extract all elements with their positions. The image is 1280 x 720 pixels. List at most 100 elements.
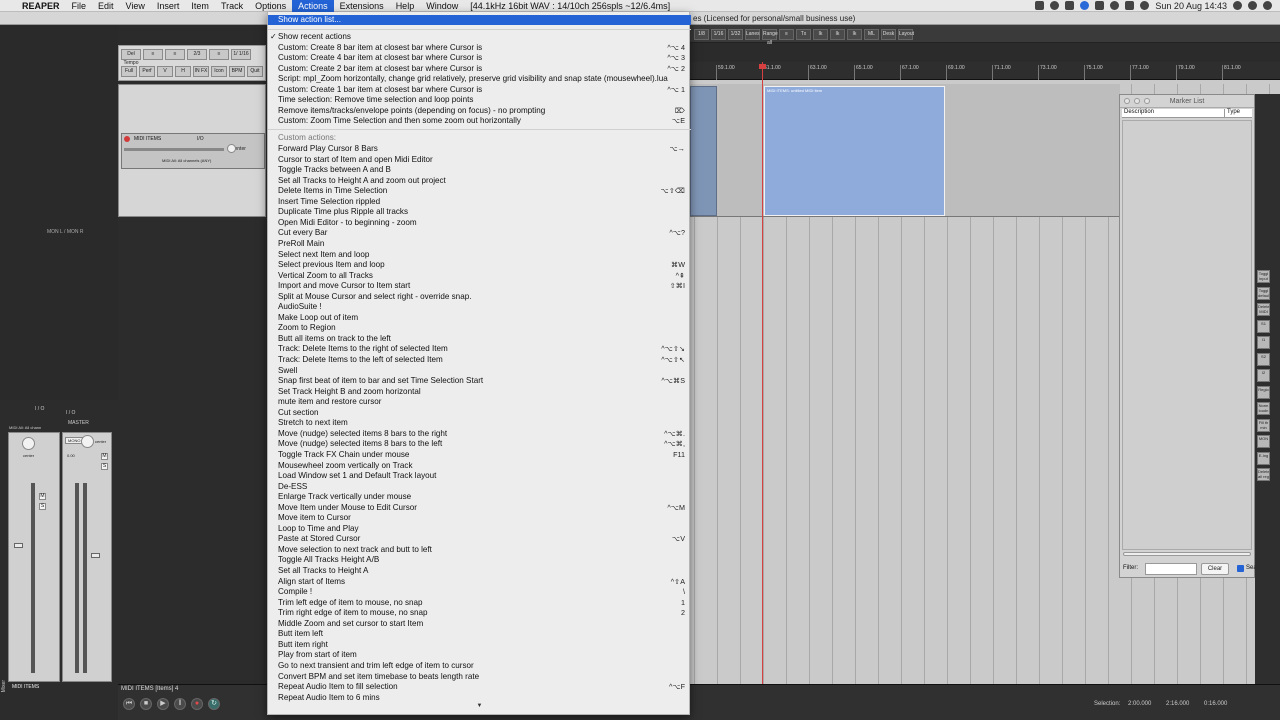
- toolbar-button[interactable]: 2/3: [187, 49, 207, 60]
- media-item[interactable]: [690, 86, 717, 216]
- solo-button[interactable]: S: [39, 503, 46, 510]
- siri-icon[interactable]: [1248, 1, 1257, 10]
- side-toolbar-button[interactable]: Regio: [1257, 385, 1270, 399]
- menu-view[interactable]: View: [120, 0, 151, 12]
- timeline-ruler[interactable]: 59.1.00 61.1.00 63.1.00 65.1.00 67.1.00 69.1.…: [690, 62, 1280, 80]
- toolbar-button[interactable]: Lanes: [745, 29, 760, 40]
- toolbar-button[interactable]: Icon: [211, 66, 227, 77]
- master-volume-fader[interactable]: [91, 553, 100, 558]
- side-toolbar-button[interactable]: MON: [1257, 435, 1270, 448]
- selection-start[interactable]: 2:00.000: [1128, 701, 1151, 707]
- menu-item-custom-action[interactable]: PreRoll Main: [268, 239, 691, 249]
- master-io-label[interactable]: I / O: [35, 406, 44, 412]
- menu-item-custom-action[interactable]: Loop to Time and Play: [268, 524, 691, 534]
- track-fx-label[interactable]: MIDI All: All channels (ANY): [162, 158, 211, 163]
- menu-item-custom-action[interactable]: Import and move Cursor to Item start ⇧⌘I: [268, 281, 691, 291]
- pan-knob[interactable]: [227, 144, 236, 153]
- rewind-icon[interactable]: ⏮: [123, 698, 135, 710]
- toolbar-button[interactable]: ≡: [143, 49, 163, 60]
- toolbar-button[interactable]: Perf: [139, 66, 155, 77]
- menu-item[interactable]: Item: [185, 0, 215, 12]
- menu-item-custom-action[interactable]: Zoom to Region: [268, 323, 691, 333]
- pan-knob[interactable]: [22, 437, 35, 450]
- toolbar-button[interactable]: 1/16: [711, 29, 726, 40]
- track-header[interactable]: MIDI ITEMS I/O center MIDI All: All chan…: [121, 133, 265, 169]
- toolbar-button[interactable]: Desk: [881, 29, 896, 40]
- side-toolbar-button[interactable]: I2: [1257, 369, 1270, 382]
- menu-item-show-recent-actions[interactable]: ✓ Show recent actions: [268, 32, 691, 42]
- side-toolbar-button[interactable]: S2: [1257, 352, 1270, 366]
- volume-slider[interactable]: [124, 148, 224, 151]
- toolbar-button[interactable]: 1/8: [694, 29, 709, 40]
- toolbar-button[interactable]: Del Tempo: [121, 49, 141, 66]
- apple-menu-icon[interactable]: [0, 0, 16, 12]
- menu-item-recent-action[interactable]: Custom: Create 4 bar item at closest bar…: [268, 53, 691, 63]
- menu-item-custom-action[interactable]: Cut section: [268, 408, 691, 418]
- menu-item-custom-action[interactable]: Move Item under Mouse to Edit Cursor ^⌥M: [268, 503, 691, 513]
- dropbox-icon[interactable]: [1035, 1, 1045, 10]
- menu-item-custom-action[interactable]: Select next Item and loop: [268, 250, 691, 260]
- menu-item-custom-action[interactable]: Set Track Height B and zoom horizontal: [268, 387, 691, 397]
- side-toolbar-button[interactable]: I1: [1257, 336, 1270, 349]
- toolbar-button[interactable]: IN FX: [193, 66, 209, 77]
- record-icon[interactable]: [1065, 1, 1075, 10]
- track-io-label[interactable]: I/O: [197, 136, 204, 142]
- menu-item-custom-action[interactable]: Toggle Track FX Chain under mouse F11: [268, 450, 691, 460]
- zoom-icon[interactable]: [1144, 98, 1150, 104]
- menu-item-custom-action[interactable]: Cursor to start of Item and open Midi Ed…: [268, 155, 691, 165]
- menu-item-custom-action[interactable]: Toggle Tracks between A and B: [268, 165, 691, 175]
- master-solo-button[interactable]: S: [101, 463, 108, 470]
- volume-icon[interactable]: [1095, 1, 1105, 10]
- search-checkbox[interactable]: [1237, 565, 1244, 572]
- side-toolbar-button[interactable]: Fill th min: [1257, 418, 1270, 432]
- side-toolbar-button[interactable]: Toggl input: [1257, 270, 1270, 283]
- menu-item-custom-action[interactable]: Paste at Stored Cursor ⌥V: [268, 534, 691, 544]
- menu-track[interactable]: Track: [215, 0, 249, 12]
- menu-item-recent-action[interactable]: Custom: Create 8 bar item at closest bar…: [268, 43, 691, 53]
- menu-item-custom-action[interactable]: AudioSuite !: [268, 302, 691, 312]
- menu-item-recent-action[interactable]: Remove items/tracks/envelope points (dep…: [268, 106, 691, 116]
- menu-item-custom-action[interactable]: Snap first beat of item to bar and set T…: [268, 376, 691, 386]
- mixer-tab[interactable]: Mixer: [1, 680, 7, 692]
- record-icon[interactable]: ●: [191, 698, 203, 710]
- app-menu[interactable]: REAPER: [16, 0, 66, 12]
- menu-item-custom-action[interactable]: Move (nudge) selected items 8 bars to th…: [268, 429, 691, 439]
- menu-item-custom-action[interactable]: Go to next transient and trim left edge …: [268, 661, 691, 671]
- menu-item-custom-action[interactable]: Set all Tracks to Height A: [268, 566, 691, 576]
- horizontal-scrollbar[interactable]: [1123, 552, 1251, 556]
- toolbar-button[interactable]: Tx: [796, 29, 811, 40]
- menu-item-custom-action[interactable]: Duplicate Time plus Ripple all tracks: [268, 207, 691, 217]
- marker-list-body[interactable]: [1122, 120, 1252, 550]
- menu-item-custom-action[interactable]: Align start of Items ^⇧A: [268, 577, 691, 587]
- menu-item-custom-action[interactable]: Repeat Audio Item to fill selection ^⌥F: [268, 682, 691, 692]
- menu-item-custom-action[interactable]: Split at Mouse Cursor and select right -…: [268, 292, 691, 302]
- menu-item-show-action-list[interactable]: Show action list...: [268, 15, 691, 25]
- toolbar-button[interactable]: Ik: [813, 29, 828, 40]
- wifi-icon[interactable]: [1110, 1, 1120, 10]
- battery-icon[interactable]: [1125, 1, 1135, 10]
- menu-item-custom-action[interactable]: Toggle All Tracks Height A/B: [268, 555, 691, 565]
- toolbar-button[interactable]: Layout: [898, 29, 914, 40]
- io-label[interactable]: I / O: [66, 410, 75, 416]
- menu-item-custom-action[interactable]: Compile ! \: [268, 587, 691, 597]
- master-pan-knob[interactable]: [81, 435, 94, 448]
- menu-item-custom-action[interactable]: Trim right edge of item to mouse, no sna…: [268, 608, 691, 618]
- notification-icon[interactable]: [1263, 1, 1272, 10]
- side-toolbar-button[interactable]: Toggl defaul: [1257, 286, 1270, 300]
- menu-item-custom-action[interactable]: Load Window set 1 and Default Track layo…: [268, 471, 691, 481]
- scroll-down-arrow-icon[interactable]: ▼: [268, 703, 691, 709]
- toolbar-button[interactable]: H: [175, 66, 191, 77]
- side-toolbar-button[interactable]: Delete all reg: [1257, 468, 1270, 481]
- search-icon[interactable]: [1233, 1, 1242, 10]
- menu-extensions[interactable]: Extensions: [334, 0, 390, 12]
- menu-item-custom-action[interactable]: Track: Delete Items to the left of selec…: [268, 355, 691, 365]
- menu-item-custom-action[interactable]: Play from start of item: [268, 650, 691, 660]
- clock[interactable]: Sun 20 Aug 14:43: [1155, 1, 1227, 11]
- menu-item-custom-action[interactable]: Convert BPM and set item timebase to bea…: [268, 672, 691, 682]
- menu-item-recent-action[interactable]: Custom: Zoom Time Selection and then som…: [268, 116, 691, 126]
- side-toolbar-button[interactable]: E-Ing: [1257, 451, 1270, 465]
- menu-item-custom-action[interactable]: Select previous Item and loop ⌘W: [268, 260, 691, 270]
- side-toolbar-button[interactable]: S1: [1257, 319, 1270, 333]
- menu-item-custom-action[interactable]: Set all Tracks to Height A and zoom out …: [268, 176, 691, 186]
- menu-options[interactable]: Options: [249, 0, 292, 12]
